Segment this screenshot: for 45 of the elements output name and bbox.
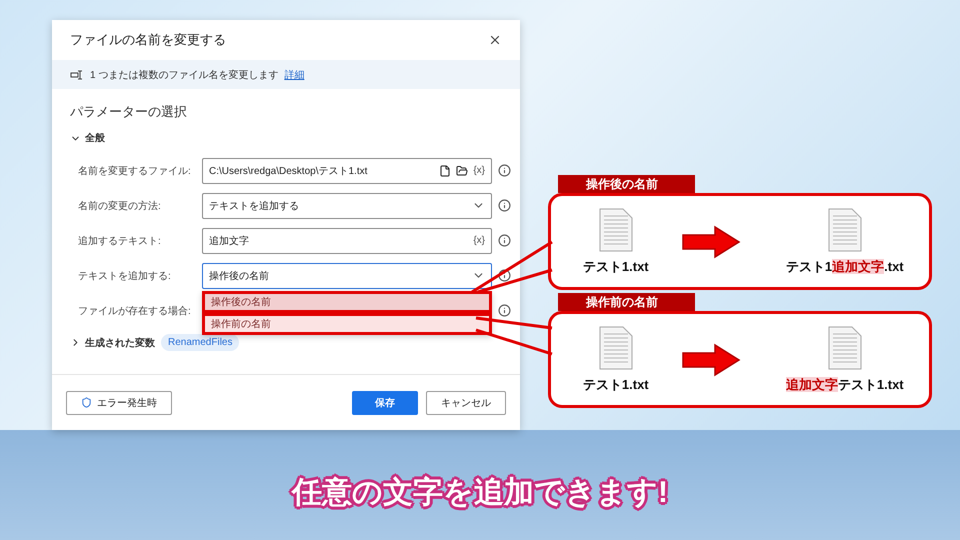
caption-text: 任意の文字を追加できます!	[292, 474, 668, 511]
callout-title: 操作前の名前	[558, 293, 695, 311]
field-label: 名前を変更するファイル:	[78, 164, 192, 178]
file-icon[interactable]	[439, 164, 452, 176]
dropdown-option[interactable]: 操作後の名前	[202, 291, 492, 313]
cancel-button[interactable]: キャンセル	[426, 390, 506, 414]
info-icon[interactable]	[498, 269, 511, 282]
rename-icon	[70, 70, 84, 80]
variable-chip[interactable]: RenamedFiles	[161, 334, 240, 351]
save-button[interactable]: 保存	[352, 390, 418, 414]
variables-toggle[interactable]: 生成された変数	[70, 336, 155, 350]
shield-icon	[81, 397, 92, 408]
document-icon	[598, 326, 633, 370]
field-label: ファイルが存在する場合:	[78, 304, 192, 318]
info-icon[interactable]	[498, 304, 511, 317]
document-icon	[828, 326, 862, 370]
info-icon[interactable]	[498, 234, 511, 247]
info-icon[interactable]	[498, 199, 511, 212]
dropdown-option[interactable]: 操作前の名前	[202, 313, 492, 335]
error-handling-button[interactable]: エラー発生時	[66, 390, 172, 414]
file-name: 追加文字テスト1.txt	[786, 376, 904, 394]
dropdown[interactable]: テキストを追加する	[202, 192, 492, 218]
close-icon[interactable]	[488, 33, 502, 47]
field-label: 追加するテキスト:	[78, 234, 162, 248]
file-name: テスト1.txt	[582, 258, 649, 276]
callout-title: 操作後の名前	[558, 175, 695, 193]
file-path-field[interactable]: C:\Users\redga\Desktop\テスト1.txt {x}	[202, 158, 492, 184]
document-icon	[828, 208, 862, 252]
file-name: テスト1.txt	[582, 376, 649, 394]
text-field[interactable]: 追加文字 {x}	[202, 228, 492, 254]
right-arrow-icon	[680, 224, 741, 258]
file-name: テスト1追加文字.txt	[786, 258, 904, 276]
field-label: テキストを追加する:	[78, 270, 172, 282]
dialog-title: ファイルの名前を変更する	[70, 31, 226, 49]
document-icon	[598, 208, 633, 252]
folder-icon[interactable]	[456, 164, 468, 176]
info-icon[interactable]	[498, 164, 511, 177]
details-link[interactable]: 詳細	[284, 68, 304, 82]
dropdown[interactable]: 操作後の名前	[202, 262, 492, 288]
field-label: 名前の変更の方法:	[78, 200, 162, 212]
info-text: 1 つまたは複数のファイル名を変更します	[90, 68, 278, 82]
group-header[interactable]: 全般	[70, 131, 502, 145]
section-title: パラメーターの選択	[70, 103, 188, 121]
group-label: 全般	[85, 132, 105, 145]
right-arrow-icon	[680, 342, 741, 376]
